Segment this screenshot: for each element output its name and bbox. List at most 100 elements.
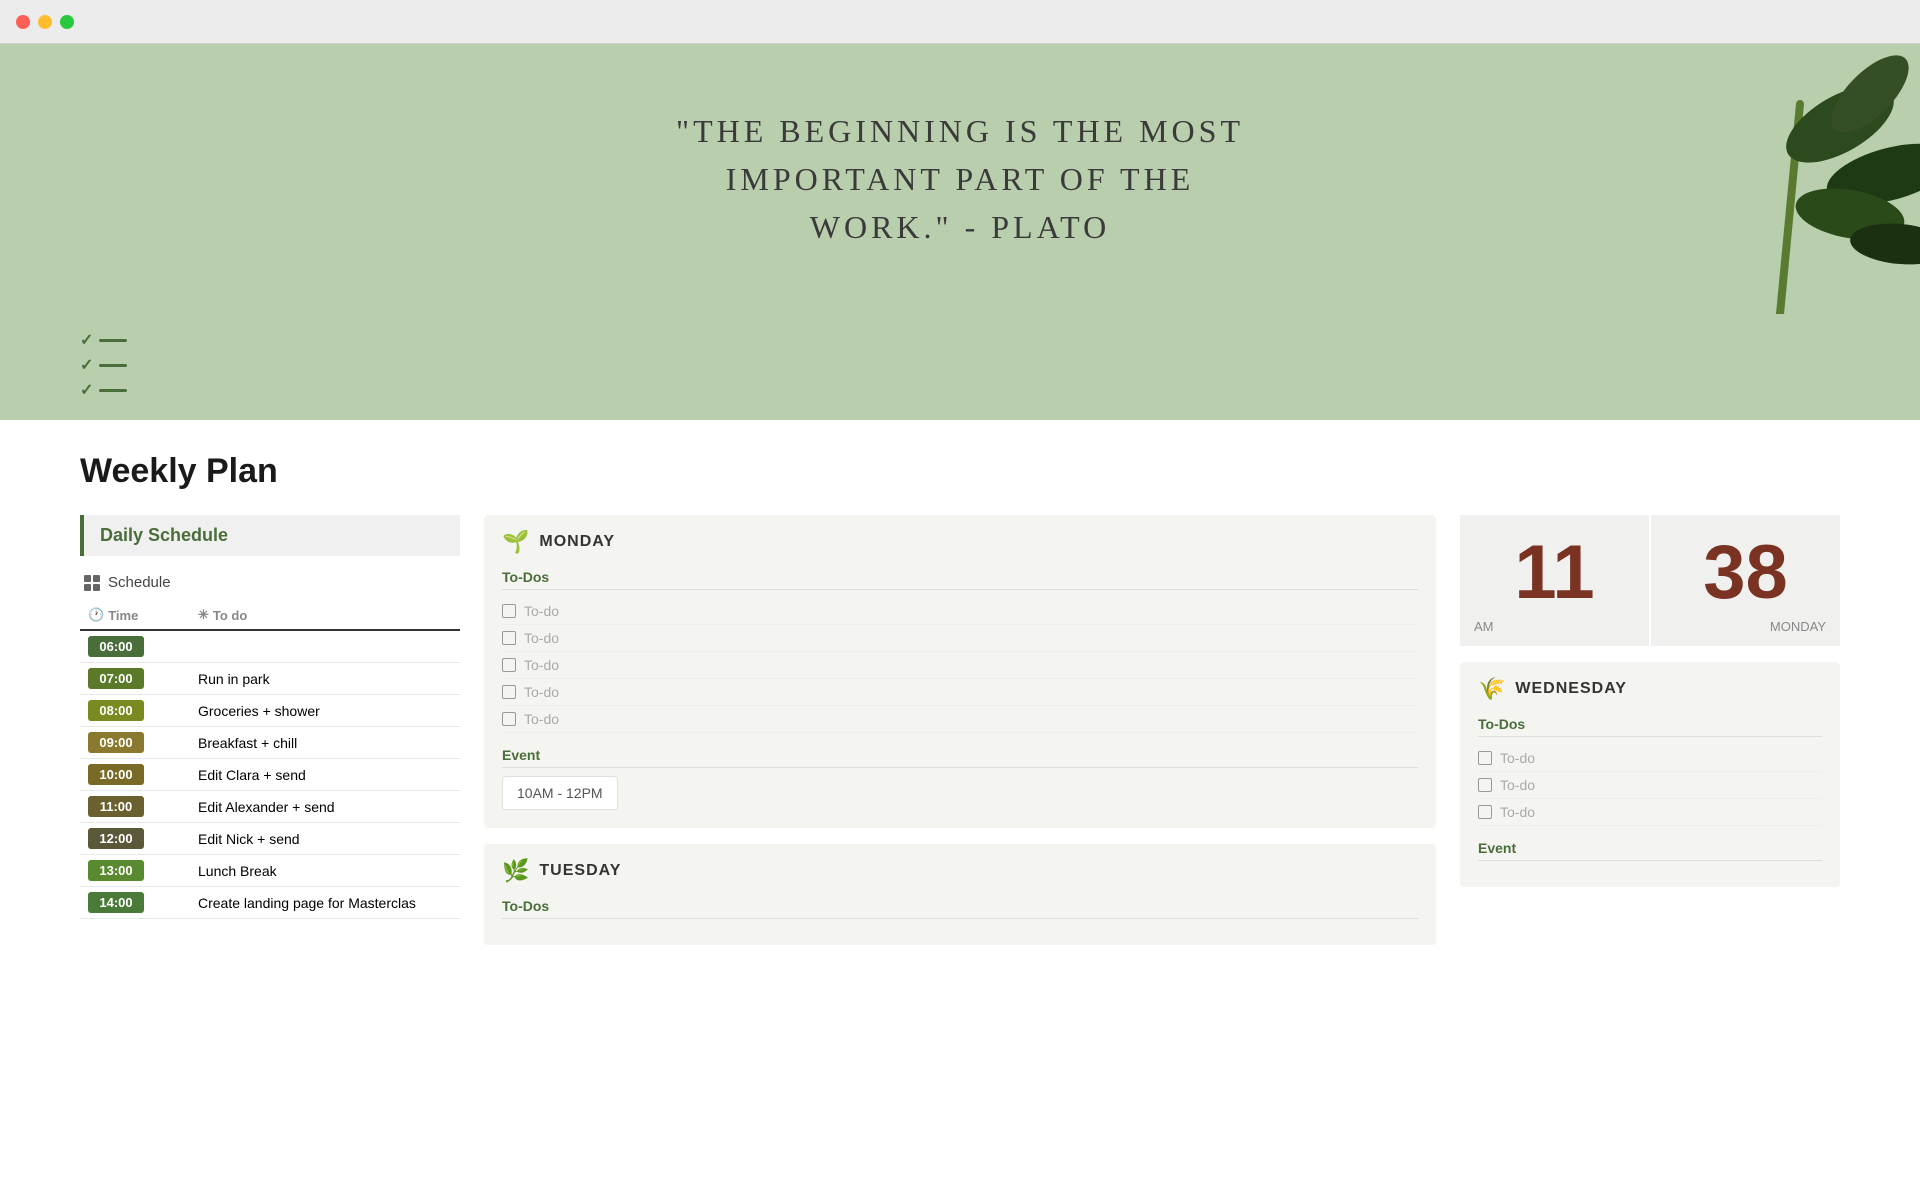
- wednesday-card: 🌾 WEDNESDAY To-Dos To-do To-do To-do Event: [1460, 662, 1840, 887]
- time-cell: 06:00: [80, 630, 190, 663]
- todo-text: To-do: [524, 684, 559, 700]
- clock-hour-box: 11 AM: [1460, 515, 1649, 646]
- tuesday-card: 🌿 TUESDAY To-Dos: [484, 844, 1436, 945]
- page-title: Weekly Plan: [80, 452, 1840, 491]
- table-row: 11:00 Edit Alexander + send: [80, 791, 460, 823]
- clock-minute-box: 38 MONDAY: [1651, 515, 1840, 646]
- time-cell: 13:00: [80, 855, 190, 887]
- monday-card: 🌱 MONDAY To-Dos To-doTo-doTo-doTo-doTo-d…: [484, 515, 1436, 828]
- table-row: 06:00: [80, 630, 460, 663]
- monday-header: 🌱 MONDAY: [502, 529, 1418, 555]
- sparkle-icon: ✳: [198, 607, 209, 623]
- checklist-icon: ✓ ✓ ✓: [80, 330, 1840, 400]
- daily-schedule-header: Daily Schedule: [80, 515, 460, 556]
- monday-name: MONDAY: [539, 533, 615, 551]
- list-item[interactable]: To-do: [502, 679, 1418, 706]
- task-cell: Edit Nick + send: [190, 823, 460, 855]
- check-line-3: [99, 389, 127, 392]
- todo-text: To-do: [524, 657, 559, 673]
- monday-todos-label: To-Dos: [502, 569, 1418, 590]
- todo-checkbox[interactable]: [502, 658, 516, 672]
- fullscreen-button[interactable]: [60, 15, 74, 29]
- tuesday-todos-label: To-Dos: [502, 898, 1418, 919]
- schedule-section: Schedule: [80, 568, 460, 597]
- todo-text: To-do: [1500, 750, 1535, 766]
- time-badge: 13:00: [88, 860, 144, 881]
- page-header: ✓ ✓ ✓: [0, 314, 1920, 420]
- list-item[interactable]: To-do: [1478, 799, 1822, 826]
- todo-checkbox[interactable]: [502, 604, 516, 618]
- task-cell: Edit Clara + send: [190, 759, 460, 791]
- clock-hour: 11: [1514, 535, 1594, 611]
- grid-icon: [84, 575, 100, 591]
- table-row: 10:00 Edit Clara + send: [80, 759, 460, 791]
- wednesday-todos-label: To-Dos: [1478, 716, 1822, 737]
- list-item[interactable]: To-do: [502, 598, 1418, 625]
- check-icon-2: ✓: [80, 355, 93, 375]
- clock-display: 11 AM 38 MONDAY: [1460, 515, 1840, 646]
- middle-column: 🌱 MONDAY To-Dos To-doTo-doTo-doTo-doTo-d…: [484, 515, 1436, 961]
- check-icon-3: ✓: [80, 380, 93, 400]
- task-cell: [190, 630, 460, 663]
- tuesday-emoji: 🌿: [502, 858, 529, 884]
- todo-text: To-do: [1500, 777, 1535, 793]
- todo-checkbox[interactable]: [1478, 751, 1492, 765]
- table-row: 12:00 Edit Nick + send: [80, 823, 460, 855]
- table-row: 13:00 Lunch Break: [80, 855, 460, 887]
- clock-icon: 🕐: [88, 607, 104, 623]
- time-badge: 12:00: [88, 828, 144, 849]
- todo-checkbox[interactable]: [502, 685, 516, 699]
- time-cell: 11:00: [80, 791, 190, 823]
- check-line-2: [99, 364, 127, 367]
- todo-checkbox[interactable]: [502, 712, 516, 726]
- browser-chrome: [0, 0, 1920, 44]
- todo-checkbox[interactable]: [502, 631, 516, 645]
- time-badge: 07:00: [88, 668, 144, 689]
- list-item[interactable]: To-do: [502, 625, 1418, 652]
- monday-event-time[interactable]: 10AM - 12PM: [502, 776, 618, 810]
- check-line-1: [99, 339, 127, 342]
- banner-quote: "The Beginning is the Most Important Par…: [676, 107, 1244, 251]
- minimize-button[interactable]: [38, 15, 52, 29]
- clock-ampm: AM: [1470, 619, 1494, 634]
- monday-emoji: 🌱: [502, 529, 529, 555]
- todo-checkbox[interactable]: [1478, 778, 1492, 792]
- todo-checkbox[interactable]: [1478, 805, 1492, 819]
- tuesday-header: 🌿 TUESDAY: [502, 858, 1418, 884]
- todo-text: To-do: [1500, 804, 1535, 820]
- list-item[interactable]: To-do: [502, 652, 1418, 679]
- time-badge: 08:00: [88, 700, 144, 721]
- time-badge: 10:00: [88, 764, 144, 785]
- list-item[interactable]: To-do: [1478, 772, 1822, 799]
- three-col-layout: Daily Schedule Schedule 🕐 Time: [80, 515, 1840, 961]
- time-cell: 08:00: [80, 695, 190, 727]
- todo-text: To-do: [524, 603, 559, 619]
- time-cell: 10:00: [80, 759, 190, 791]
- close-button[interactable]: [16, 15, 30, 29]
- table-row: 09:00 Breakfast + chill: [80, 727, 460, 759]
- wednesday-todo-list: To-do To-do To-do: [1478, 745, 1822, 826]
- task-cell: Edit Alexander + send: [190, 791, 460, 823]
- time-badge: 14:00: [88, 892, 144, 913]
- time-badge: 11:00: [88, 796, 144, 817]
- list-item[interactable]: To-do: [1478, 745, 1822, 772]
- plant-decoration: [1580, 44, 1920, 314]
- time-badge: 06:00: [88, 636, 144, 657]
- wednesday-emoji: 🌾: [1478, 676, 1505, 702]
- time-cell: 09:00: [80, 727, 190, 759]
- task-cell: Groceries + shower: [190, 695, 460, 727]
- task-cell: Breakfast + chill: [190, 727, 460, 759]
- list-item[interactable]: To-do: [502, 706, 1418, 733]
- time-cell: 12:00: [80, 823, 190, 855]
- wednesday-name: WEDNESDAY: [1515, 680, 1627, 698]
- table-row: 07:00 Run in park: [80, 663, 460, 695]
- wednesday-event-label: Event: [1478, 840, 1822, 861]
- clock-minute: 38: [1703, 535, 1788, 611]
- time-cell: 07:00: [80, 663, 190, 695]
- time-badge: 09:00: [88, 732, 144, 753]
- check-icon-1: ✓: [80, 330, 93, 350]
- monday-todo-list: To-do To-do To-do To-do To-do: [502, 598, 1418, 733]
- table-row: 08:00 Groceries + shower: [80, 695, 460, 727]
- left-column: Daily Schedule Schedule 🕐 Time: [80, 515, 460, 961]
- monday-event-label: Event: [502, 747, 1418, 768]
